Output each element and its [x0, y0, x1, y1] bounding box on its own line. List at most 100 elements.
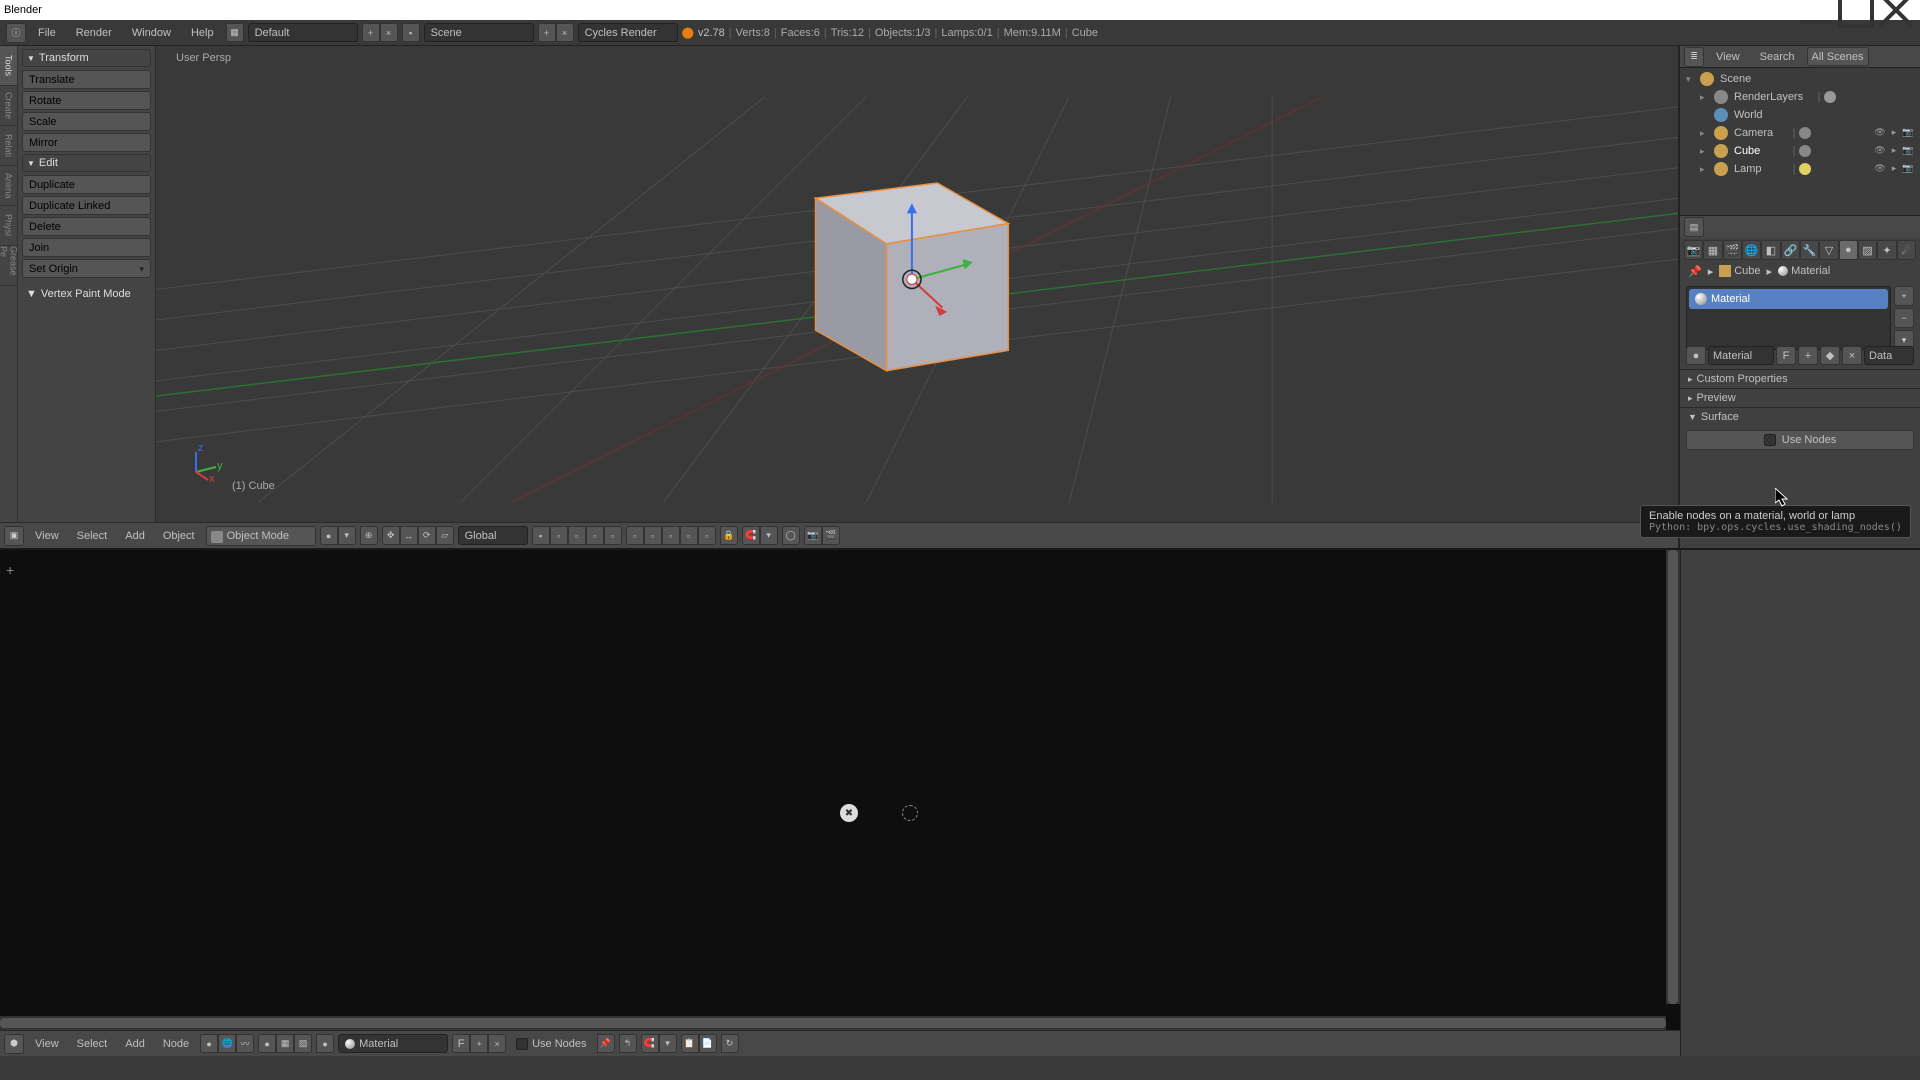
delete-button[interactable]: Delete [22, 217, 151, 236]
mode-selector[interactable]: Object Mode [206, 526, 316, 546]
manip-rotate-icon[interactable]: ⟳ [418, 526, 436, 545]
menu-window[interactable]: Window [124, 21, 179, 45]
layers-group-2[interactable]: ▫▫▫▫▫ [626, 526, 716, 545]
node-vscrollbar[interactable] [1666, 550, 1680, 1004]
pin-icon[interactable]: 📌 [1688, 265, 1702, 278]
panel-vertex-paint-header[interactable]: ▼ Vertex Paint Mode [22, 286, 151, 302]
autorender-icon[interactable]: ↻ [721, 1034, 739, 1053]
node-menu-view[interactable]: View [28, 1032, 66, 1056]
paste-nodes-icon[interactable]: 📄 [699, 1034, 717, 1053]
node-unlink-mat[interactable]: × [488, 1034, 506, 1053]
v3d-menu-object[interactable]: Object [156, 524, 202, 548]
remove-screen-button[interactable]: × [380, 23, 398, 42]
tab-renderlayers-icon[interactable]: ▦ [1703, 240, 1722, 260]
outliner-search[interactable]: Search [1752, 45, 1803, 69]
eye-icon[interactable]: 👁 [1874, 127, 1886, 139]
outliner-world[interactable]: World [1680, 106, 1920, 124]
manip-toggle-icon[interactable]: ✥ [382, 526, 400, 545]
node-menu-add[interactable]: Add [118, 1032, 152, 1056]
tab-render-icon[interactable]: 📷 [1684, 240, 1703, 260]
snap-icon[interactable]: 🧲 [742, 526, 760, 545]
set-origin-menu[interactable]: Set Origin [22, 259, 151, 278]
cursor-icon[interactable]: ▸ [1888, 127, 1900, 139]
panel-surface[interactable]: ▼Surface [1680, 407, 1920, 426]
render-icon[interactable]: 📷 [1902, 145, 1914, 157]
outliner-filter[interactable]: All Scenes [1807, 47, 1869, 66]
material-slot-entry[interactable]: Material [1689, 289, 1888, 309]
unlink-button[interactable]: × [1842, 346, 1862, 365]
node-menu-node[interactable]: Node [156, 1032, 196, 1056]
tree-type-comp-icon[interactable]: ▦ [276, 1034, 294, 1053]
node-tree-button[interactable]: ◆ [1820, 346, 1840, 365]
screen-layout-field[interactable]: Default [248, 23, 358, 42]
node-hscrollbar[interactable] [0, 1016, 1666, 1030]
outliner-cube[interactable]: ▸ Cube| 👁▸📷 [1680, 142, 1920, 160]
outliner-camera[interactable]: ▸ Camera| 👁▸📷 [1680, 124, 1920, 142]
render-opengl-anim-icon[interactable]: 🎬 [822, 526, 840, 545]
copy-nodes-icon[interactable]: 📋 [681, 1034, 699, 1053]
lock-camera-icon[interactable]: 🔒 [720, 526, 738, 545]
remove-scene-button[interactable]: × [556, 23, 574, 42]
translate-button[interactable]: Translate [22, 70, 151, 89]
scene-field[interactable]: Scene [424, 23, 534, 42]
tooltab-tools[interactable]: Tools [0, 46, 17, 86]
tab-texture-icon[interactable]: ▨ [1858, 240, 1877, 260]
tooltab-create[interactable]: Create [0, 86, 17, 126]
material-name-field[interactable]: Material [1708, 346, 1774, 365]
tab-particles-icon[interactable]: ✦ [1877, 240, 1896, 260]
snap-type-icon[interactable]: ▾ [760, 526, 778, 545]
render-opengl-icon[interactable]: 📷 [804, 526, 822, 545]
orientation-field[interactable]: Global [458, 526, 528, 545]
node-material-field[interactable]: Material [338, 1034, 448, 1053]
pivot-icon[interactable]: ⊕ [360, 526, 378, 545]
tooltab-relations[interactable]: Relati [0, 126, 17, 166]
add-scene-button[interactable]: + [538, 23, 556, 42]
node-add-mat[interactable]: + [470, 1034, 488, 1053]
shader-type-world-icon[interactable]: 🌐 [218, 1034, 236, 1053]
duplicate-linked-button[interactable]: Duplicate Linked [22, 196, 151, 215]
material-link-field[interactable]: Data [1864, 346, 1914, 365]
manip-translate-icon[interactable]: ↔ [400, 526, 418, 545]
tree-type-shader-icon[interactable]: ● [258, 1034, 276, 1053]
tab-modifiers-icon[interactable]: 🔧 [1800, 240, 1819, 260]
view3d[interactable]: Tools Create Relati Anima Physi Grease P… [0, 46, 1678, 522]
cursor-icon[interactable]: ▸ [1888, 163, 1900, 175]
scene-browse-icon[interactable]: ▪ [402, 23, 420, 42]
v3d-menu-add[interactable]: Add [118, 524, 152, 548]
outliner-lamp[interactable]: ▸ Lamp| 👁▸📷 [1680, 160, 1920, 178]
tab-data-icon[interactable]: ▽ [1819, 240, 1838, 260]
close-button[interactable] [1876, 0, 1916, 20]
material-browse-icon[interactable]: ● [1686, 346, 1706, 365]
new-material-button[interactable]: + [1798, 346, 1818, 365]
shader-type-line-icon[interactable]: 〰 [236, 1034, 254, 1053]
outliner-view[interactable]: View [1708, 45, 1748, 69]
node-menu-select[interactable]: Select [70, 1032, 115, 1056]
duplicate-button[interactable]: Duplicate [22, 175, 151, 194]
eye-icon[interactable]: 👁 [1874, 145, 1886, 157]
tab-world-icon[interactable]: 🌐 [1742, 240, 1761, 260]
mirror-button[interactable]: Mirror [22, 133, 151, 152]
render-engine-field[interactable]: Cycles Render [578, 23, 678, 42]
node-fakeuser[interactable]: F [452, 1034, 470, 1053]
material-browse-node-icon[interactable]: ● [316, 1034, 334, 1053]
maximize-button[interactable] [1836, 0, 1876, 20]
slot-remove-button[interactable]: − [1894, 308, 1914, 328]
panel-preview[interactable]: ▸Preview [1680, 388, 1920, 407]
tooltab-grease[interactable]: Grease Pe [0, 246, 17, 286]
menu-file[interactable]: File [30, 21, 64, 45]
screen-icon[interactable]: ▦ [226, 23, 244, 42]
editor-type-node-icon[interactable]: ⬢ [4, 1034, 24, 1054]
v3d-menu-view[interactable]: View [28, 524, 66, 548]
manip-scale-icon[interactable]: ▱ [436, 526, 454, 545]
render-icon[interactable]: 📷 [1902, 163, 1914, 175]
cursor-icon[interactable]: ▸ [1888, 145, 1900, 157]
editor-type-info-icon[interactable]: ⓘ [6, 23, 26, 43]
panel-custom-properties[interactable]: ▸Custom Properties [1680, 369, 1920, 388]
tab-scene-icon[interactable]: 🎬 [1723, 240, 1742, 260]
outliner-scene[interactable]: ▾ Scene [1680, 70, 1920, 88]
tab-constraints-icon[interactable]: 🔗 [1781, 240, 1800, 260]
slot-add-button[interactable]: + [1894, 286, 1914, 306]
editor-type-properties-icon[interactable]: ▤ [1684, 217, 1704, 237]
minimize-button[interactable] [1796, 0, 1836, 20]
node-use-nodes-toggle[interactable]: Use Nodes [510, 1038, 592, 1050]
